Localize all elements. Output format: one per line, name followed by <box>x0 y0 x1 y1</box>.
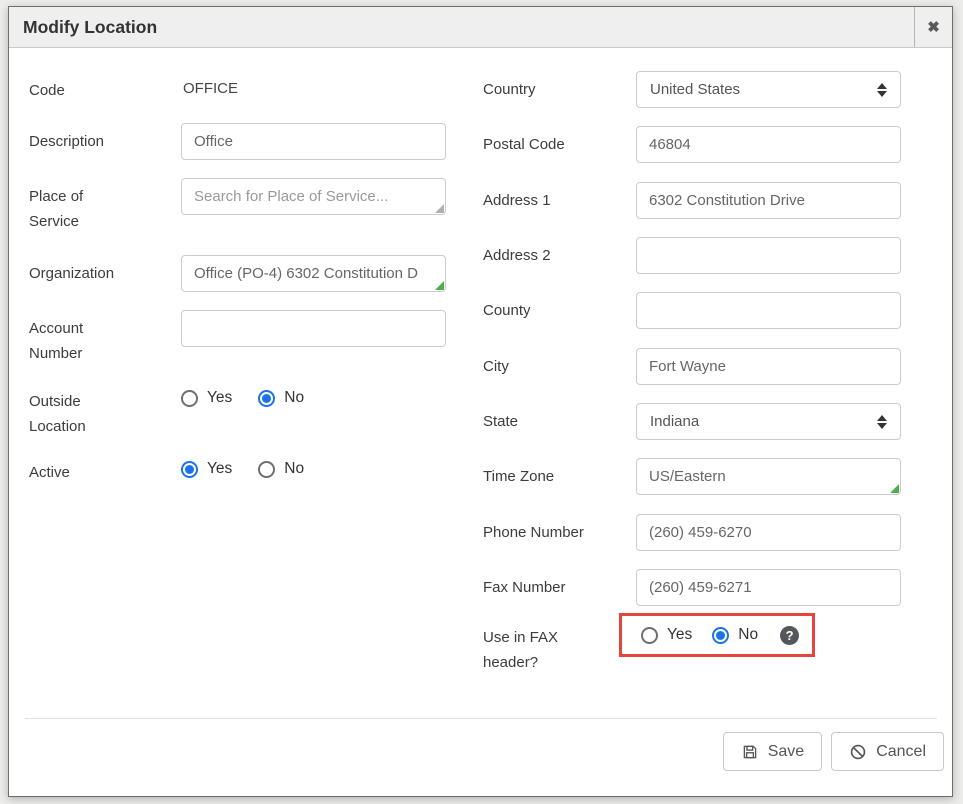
outside-location-no-radio[interactable]: No <box>258 389 304 407</box>
radio-checked-icon[interactable] <box>712 627 729 644</box>
active-radio-group: Yes No <box>181 460 304 478</box>
radio-yes-label: Yes <box>667 626 692 644</box>
radio-checked-icon[interactable] <box>181 461 198 478</box>
radio-no-label: No <box>284 460 304 478</box>
field-row-postal-code: Postal Code <box>483 126 901 163</box>
footer-buttons: Save Cancel <box>723 732 944 771</box>
state-label: State <box>483 403 603 434</box>
country-select[interactable]: United States <box>636 71 901 108</box>
select-arrows-icon <box>877 415 887 429</box>
field-row-county: County <box>483 292 901 329</box>
code-value: OFFICE <box>181 72 238 99</box>
organization-input[interactable] <box>182 256 445 291</box>
phone-number-label: Phone Number <box>483 514 603 545</box>
active-label: Active <box>29 460 129 485</box>
phone-number-input[interactable] <box>636 514 901 551</box>
field-row-place-of-service: Place of Service <box>29 178 446 234</box>
radio-yes-label: Yes <box>207 460 232 478</box>
description-input[interactable] <box>181 123 446 160</box>
description-label: Description <box>29 123 129 154</box>
field-row-fax-number: Fax Number <box>483 569 901 606</box>
field-row-code: Code OFFICE <box>29 72 238 103</box>
radio-unchecked-icon[interactable] <box>641 627 658 644</box>
radio-unchecked-icon[interactable] <box>181 390 198 407</box>
account-number-label: Account Number <box>29 310 129 366</box>
field-row-account-number: Account Number <box>29 310 446 366</box>
postal-code-input[interactable] <box>636 126 901 163</box>
country-label: Country <box>483 71 603 102</box>
city-label: City <box>483 348 603 379</box>
field-row-use-in-fax-header: Use in FAX header? Yes No ? <box>483 623 815 675</box>
use-in-fax-header-radio-group: Yes No <box>641 626 758 644</box>
place-of-service-label: Place of Service <box>29 178 129 234</box>
help-question-icon[interactable]: ? <box>780 626 799 645</box>
save-button[interactable]: Save <box>723 732 822 771</box>
cancel-button-label: Cancel <box>876 743 926 761</box>
outside-location-radio-group: Yes No <box>181 389 304 407</box>
field-row-active: Active Yes No <box>29 460 304 485</box>
field-row-address2: Address 2 <box>483 237 901 274</box>
field-row-description: Description <box>29 123 446 160</box>
county-label: County <box>483 292 603 323</box>
organization-combo <box>181 255 446 292</box>
field-row-address1: Address 1 <box>483 182 901 219</box>
field-row-outside-location: Outside Location Yes No <box>29 389 304 439</box>
dialog-title: Modify Location <box>9 17 157 38</box>
active-no-radio[interactable]: No <box>258 460 304 478</box>
save-button-label: Save <box>768 743 804 761</box>
state-select[interactable]: Indiana <box>636 403 901 440</box>
time-zone-input[interactable] <box>637 459 900 494</box>
field-row-state: State Indiana <box>483 403 901 440</box>
city-input[interactable] <box>636 348 901 385</box>
select-arrows-icon <box>877 83 887 97</box>
radio-checked-icon[interactable] <box>258 390 275 407</box>
country-value: United States <box>650 81 740 98</box>
fax-number-input[interactable] <box>636 569 901 606</box>
code-label: Code <box>29 72 129 103</box>
use-in-fax-header-yes-radio[interactable]: Yes <box>641 626 692 644</box>
close-icon: ✖ <box>927 20 940 35</box>
postal-code-label: Postal Code <box>483 126 603 157</box>
highlight-red-box: Yes No ? <box>619 613 815 657</box>
active-yes-radio[interactable]: Yes <box>181 460 232 478</box>
dialog-header: Modify Location ✖ <box>9 7 952 48</box>
close-button[interactable]: ✖ <box>914 7 952 47</box>
time-zone-combo <box>636 458 901 495</box>
state-value: Indiana <box>650 413 699 430</box>
account-number-input[interactable] <box>181 310 446 347</box>
use-in-fax-header-label: Use in FAX header? <box>483 623 603 675</box>
save-floppy-icon <box>741 743 759 761</box>
field-row-organization: Organization <box>29 255 446 292</box>
place-of-service-combo <box>181 178 446 215</box>
field-row-phone-number: Phone Number <box>483 514 901 551</box>
county-input[interactable] <box>636 292 901 329</box>
field-row-city: City <box>483 348 901 385</box>
fax-number-label: Fax Number <box>483 569 603 600</box>
address1-input[interactable] <box>636 182 901 219</box>
radio-yes-label: Yes <box>207 389 232 407</box>
modify-location-dialog: Modify Location ✖ Code OFFICE Descriptio… <box>8 6 953 797</box>
field-row-time-zone: Time Zone <box>483 458 901 495</box>
address2-label: Address 2 <box>483 237 603 268</box>
time-zone-label: Time Zone <box>483 458 603 489</box>
footer-divider <box>25 718 937 719</box>
organization-label: Organization <box>29 255 129 286</box>
cancel-ban-icon <box>849 743 867 761</box>
field-row-country: Country United States <box>483 71 901 108</box>
use-in-fax-header-no-radio[interactable]: No <box>712 626 758 644</box>
address2-input[interactable] <box>636 237 901 274</box>
outside-location-yes-radio[interactable]: Yes <box>181 389 232 407</box>
cancel-button[interactable]: Cancel <box>831 732 944 771</box>
radio-unchecked-icon[interactable] <box>258 461 275 478</box>
place-of-service-input[interactable] <box>182 179 445 214</box>
address1-label: Address 1 <box>483 182 603 213</box>
outside-location-label: Outside Location <box>29 389 129 439</box>
radio-no-label: No <box>284 389 304 407</box>
radio-no-label: No <box>738 626 758 644</box>
